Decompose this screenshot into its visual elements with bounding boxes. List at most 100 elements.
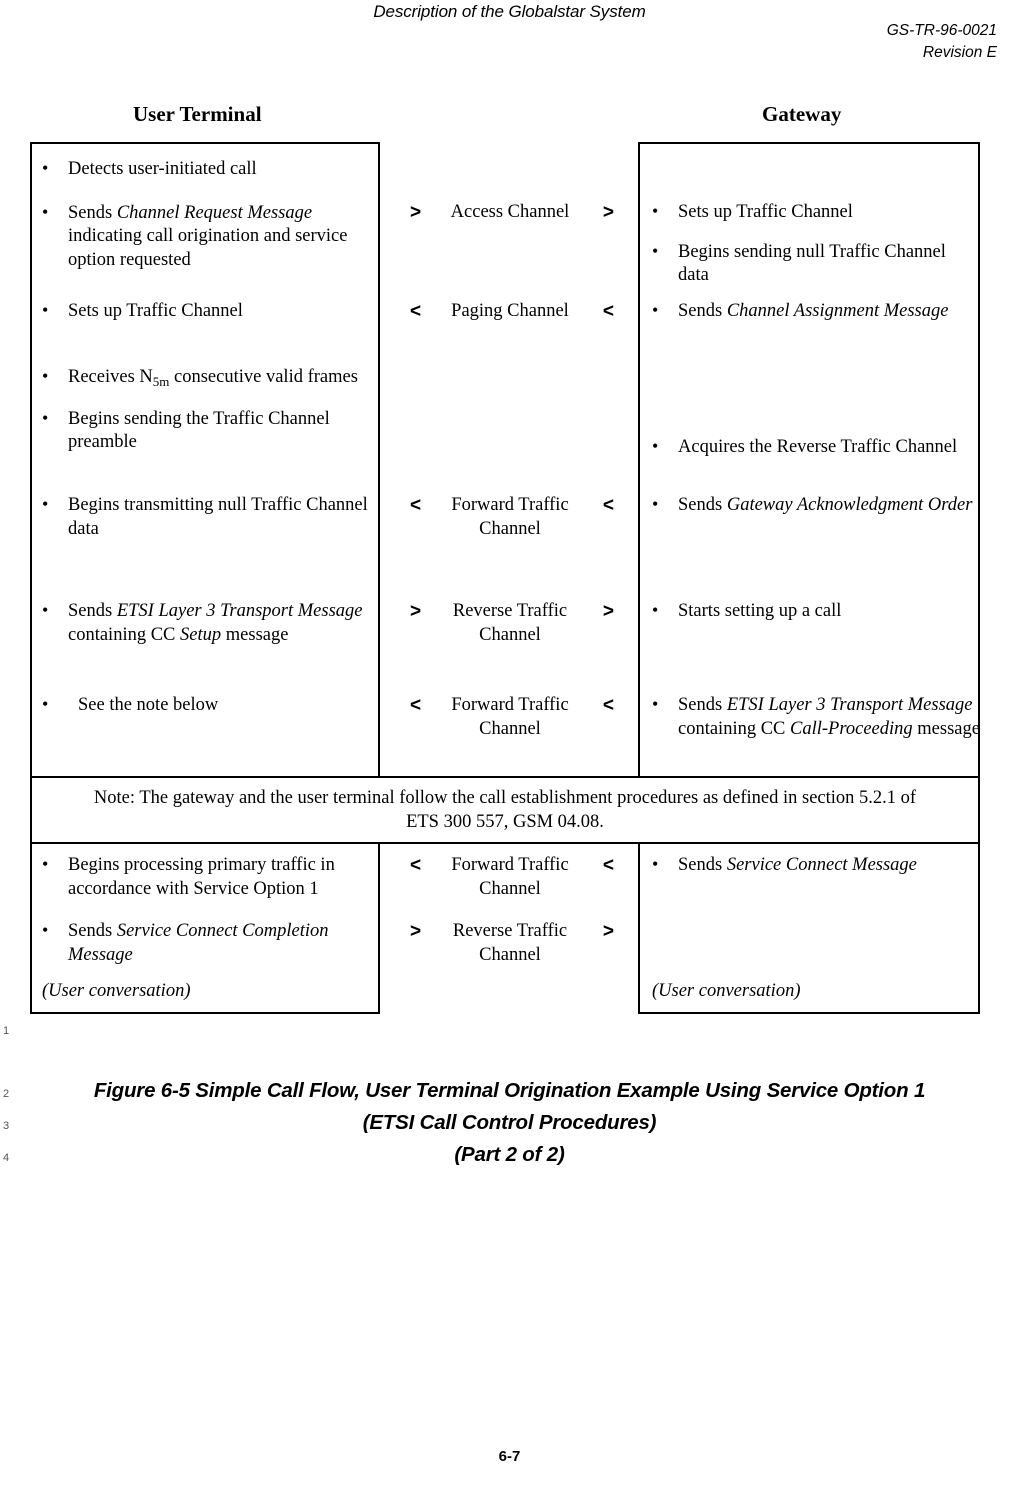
arrow-right-icon: >: [602, 202, 614, 223]
list-item-text: Detects user-initiated call: [68, 159, 257, 179]
list-item: • Sends Service Connect Completion Messa…: [30, 920, 378, 967]
list-item-text: See the note below: [78, 695, 219, 715]
bullet-dot: •: [652, 854, 659, 874]
list-item-text: Sends Gateway Acknowledgment Order: [678, 495, 973, 515]
column-title-gateway: Gateway: [762, 102, 842, 126]
list-item: • See the note below: [30, 694, 378, 718]
list-item: • Sends Channel Request Message indicati…: [30, 202, 378, 273]
bullet-dot: •: [42, 158, 49, 178]
bullet-dot: •: [652, 201, 659, 221]
bullet-dot: •: [42, 854, 49, 874]
list-item-text: Begins sending null Traffic Channel data: [678, 241, 946, 286]
list-item-text: Sends ETSI Layer 3 Transport Message con…: [678, 695, 980, 739]
arrow-right-icon: >: [602, 601, 614, 622]
arrow-left-icon: >: [410, 601, 422, 622]
page-header: Description of the Globalstar System GS-…: [0, 0, 1019, 70]
list-item-text: Starts setting up a call: [678, 601, 842, 621]
list-item: • Sends Gateway Acknowledgment Order: [640, 494, 980, 518]
gateway-cell: • Starts setting up a call: [640, 600, 980, 624]
user-terminal-cell: • Begins processing primary traffic in a…: [30, 854, 378, 901]
channel-label-group: < Forward Traffic Channel <: [382, 494, 638, 541]
list-item-text: Sends Channel Assignment Message: [678, 301, 949, 321]
column-title-user-terminal: User Terminal: [133, 102, 262, 126]
list-item-text: Begins transmitting null Traffic Channel…: [68, 495, 368, 539]
arrow-right-icon: <: [602, 855, 614, 876]
bullet-dot: •: [42, 694, 49, 714]
bullet-dot: •: [652, 600, 659, 620]
arrow-left-icon: <: [410, 495, 422, 516]
channel-cell: > Access Channel >: [382, 201, 638, 225]
gateway-cell: • Sends ETSI Layer 3 Transport Message c…: [640, 694, 980, 741]
list-item-text: Sets up Traffic Channel: [68, 301, 243, 321]
list-item: • Begins sending the Traffic Channel pre…: [30, 408, 378, 455]
right-box-top-border: [638, 142, 980, 144]
list-item: • Sends Service Connect Message: [640, 854, 980, 878]
arrow-left-icon: >: [410, 202, 422, 223]
user-conversation-left: (User conversation): [42, 981, 191, 1001]
list-item: • Sets up Traffic Channel: [640, 201, 980, 225]
left-box-right-border-lower: [378, 842, 380, 1014]
document-revision: Revision E: [922, 44, 997, 61]
note-band-bottom-border: [30, 842, 980, 844]
bullet-dot: •: [42, 201, 49, 222]
list-item-text: Begins sending the Traffic Channel pream…: [68, 408, 330, 453]
bullet-dot: •: [652, 694, 659, 714]
list-item-text: Sends Service Connect Completion Message: [68, 921, 329, 965]
list-item: • Starts setting up a call: [640, 600, 980, 624]
arrow-right-icon: <: [602, 495, 614, 516]
note-line-2: ETS 300 557, GSM 04.08.: [406, 812, 604, 832]
channel-label-group: > Reverse Traffic Channel >: [382, 600, 638, 647]
arrow-right-icon: <: [602, 301, 614, 322]
channel-label-group: > Access Channel >: [382, 201, 638, 225]
gateway-cell: • Sends Gateway Acknowledgment Order: [640, 494, 980, 518]
bullet-dot: •: [652, 300, 659, 320]
channel-label-group: < Forward Traffic Channel <: [382, 854, 638, 901]
list-item: • Receives N5m consecutive valid frames: [30, 366, 378, 394]
page-footer: 6-7: [498, 1448, 521, 1465]
gateway-cell: • Sends Channel Assignment Message: [640, 300, 980, 324]
gateway-cell: • Acquires the Reverse Traffic Channel: [640, 436, 980, 460]
list-item-text: Sends Service Connect Message: [678, 855, 917, 875]
user-conversation-right: (User conversation): [652, 981, 801, 1001]
left-box-top-border: [30, 142, 380, 144]
user-terminal-cell: • Sends Service Connect Completion Messa…: [30, 920, 378, 967]
arrow-left-icon: <: [410, 301, 422, 322]
list-item: • Sends Channel Assignment Message: [640, 300, 980, 324]
list-item-text: Sends Channel Request Message indicating…: [68, 202, 348, 270]
list-item-text: Sets up Traffic Channel: [678, 202, 853, 222]
list-item: • Sends ETSI Layer 3 Transport Message c…: [30, 600, 378, 647]
document-number: GS-TR-96-0021: [886, 22, 997, 39]
bullet-dot: •: [42, 494, 49, 514]
arrow-right-icon: <: [602, 695, 614, 716]
list-item-text: Sends ETSI Layer 3 Transport Message con…: [68, 601, 363, 645]
bullet-dot: •: [42, 600, 49, 620]
list-item: • Sets up Traffic Channel: [30, 300, 378, 324]
arrow-left-icon: <: [410, 855, 422, 876]
channel-label-group: < Forward Traffic Channel <: [382, 694, 638, 741]
bullet-dot: •: [42, 300, 49, 320]
user-terminal-cell: • Sends ETSI Layer 3 Transport Message c…: [30, 600, 378, 647]
right-box-bottom-border: [638, 1012, 980, 1014]
list-item-text: Receives N5m consecutive valid frames: [68, 367, 358, 390]
list-item: • Begins processing primary traffic in a…: [30, 854, 378, 901]
user-terminal-cell: • Begins transmitting null Traffic Chann…: [30, 494, 378, 541]
left-box-bottom-border: [30, 1012, 380, 1014]
list-item: • Begins transmitting null Traffic Chann…: [30, 494, 378, 541]
channel-cell: > Reverse Traffic Channel >: [382, 920, 638, 967]
channel-label-group: < Paging Channel <: [382, 300, 638, 324]
bullet-dot: •: [42, 407, 49, 428]
channel-cell: < Forward Traffic Channel <: [382, 494, 638, 541]
arrow-left-icon: >: [410, 921, 422, 942]
gateway-cell: • Sets up Traffic Channel • Begins sendi…: [640, 201, 980, 288]
note-band-top-border: [30, 776, 980, 778]
arrow-left-icon: <: [410, 695, 422, 716]
list-item: • Detects user-initiated call: [30, 158, 378, 182]
bullet-dot: •: [42, 366, 49, 386]
arrow-right-icon: >: [602, 921, 614, 942]
bullet-dot: •: [652, 240, 659, 261]
running-title: Description of the Globalstar System: [373, 2, 646, 21]
user-terminal-cell: • Receives N5m consecutive valid frames …: [30, 366, 378, 455]
figure-caption-line-1: Figure 6-5 Simple Call Flow, User Termin…: [93, 1079, 926, 1102]
list-item-text: Acquires the Reverse Traffic Channel: [678, 437, 958, 457]
bullet-dot: •: [42, 920, 49, 940]
